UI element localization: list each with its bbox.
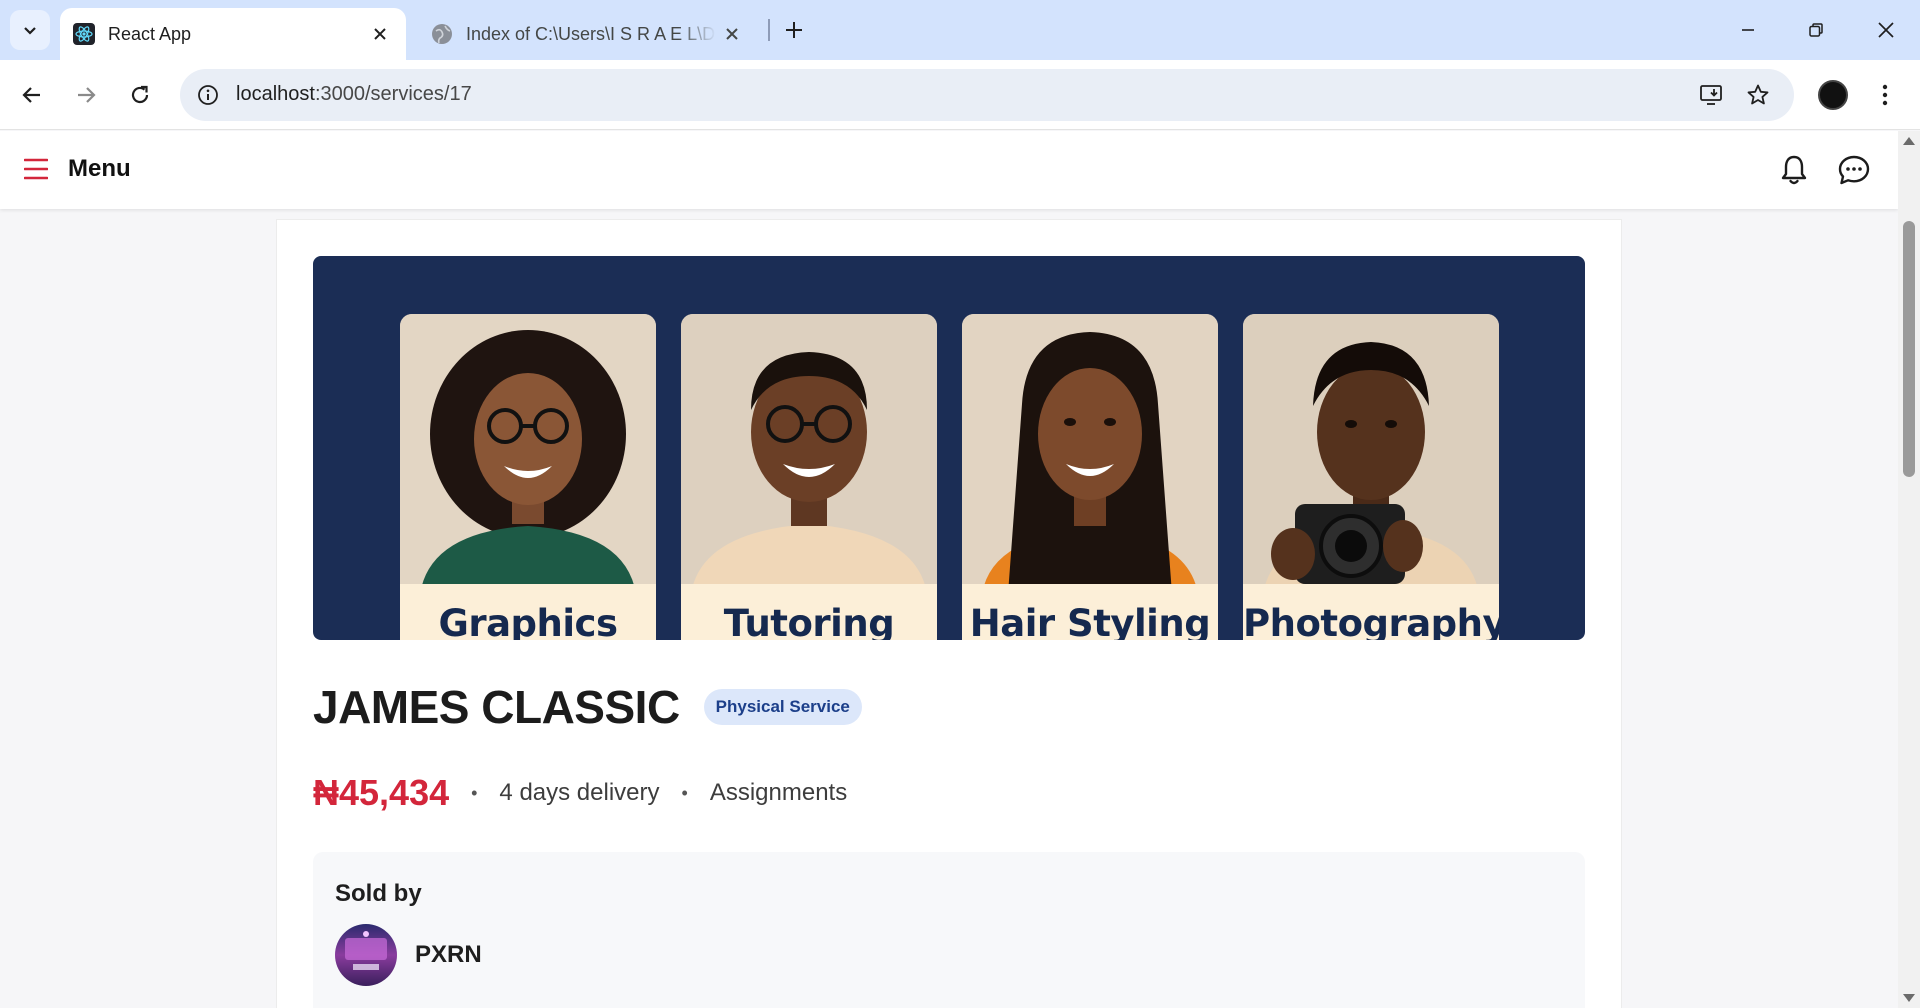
restore-button[interactable] xyxy=(1796,10,1836,50)
service-hero-image: Graphics Tutoring Hair Styling Photograp… xyxy=(313,256,1585,640)
url-text[interactable]: localhost:3000/services/17 xyxy=(236,83,472,106)
service-category: Assignments xyxy=(709,779,848,806)
reload-button[interactable] xyxy=(120,75,160,115)
react-icon xyxy=(72,22,96,46)
service-card: Graphics Tutoring Hair Styling Photograp… xyxy=(276,219,1622,1008)
app-header: Menu xyxy=(0,131,1898,209)
seller-avatar[interactable] xyxy=(335,924,397,986)
separator-dot: • xyxy=(681,782,688,803)
page-viewport: Menu Graphics Tutoring Hair Styling Phot… xyxy=(0,131,1898,1008)
hero-category-label: Graphics xyxy=(400,584,656,640)
close-icon xyxy=(1878,22,1894,38)
forward-button[interactable] xyxy=(66,75,106,115)
hero-category-label: Tutoring xyxy=(681,584,937,640)
reload-icon xyxy=(131,85,149,104)
address-bar[interactable]: localhost:3000/services/17 xyxy=(180,69,1794,121)
arrow-left-icon xyxy=(22,87,40,103)
chevron-down-icon xyxy=(24,27,36,35)
hero-photo-card: Graphics xyxy=(400,314,656,640)
service-type-badge: Physical Service xyxy=(703,689,862,725)
tab-index-of[interactable]: Index of C:\Users\I S R A E L\Desktop xyxy=(418,8,758,60)
separator-dot: • xyxy=(471,782,478,803)
menu-label: Menu xyxy=(68,155,131,182)
service-meta-row: ₦45,434 • 4 days delivery • Assignments xyxy=(313,772,847,814)
profile-avatar[interactable] xyxy=(1818,80,1848,110)
tab-divider xyxy=(768,19,770,41)
back-button[interactable] xyxy=(12,75,52,115)
tab-title: Index of C:\Users\I S R A E L\Desktop xyxy=(466,23,716,44)
new-tab-button[interactable] xyxy=(778,14,810,46)
install-app-icon[interactable] xyxy=(1698,81,1726,109)
more-options-icon[interactable] xyxy=(1870,80,1900,110)
scroll-down-arrow-icon[interactable] xyxy=(1903,994,1915,1002)
hero-photo-card: Tutoring xyxy=(681,314,937,640)
sold-by-heading: Sold by xyxy=(335,880,422,907)
bookmark-star-icon[interactable] xyxy=(1744,81,1772,109)
chat-icon[interactable] xyxy=(1836,152,1872,188)
url-path: :3000/services/17 xyxy=(314,83,472,105)
page-scrollbar[interactable] xyxy=(1898,131,1920,1008)
bell-icon[interactable] xyxy=(1776,152,1812,188)
tab-title: React App xyxy=(108,23,192,44)
close-window-button[interactable] xyxy=(1866,10,1906,50)
hero-category-label: Hair Styling xyxy=(962,584,1218,640)
hamburger-icon xyxy=(24,158,48,180)
hero-photo-card: Hair Styling xyxy=(962,314,1218,640)
tab-react-app[interactable]: React App xyxy=(60,8,406,60)
restore-icon xyxy=(1809,23,1823,37)
tab-search-button[interactable] xyxy=(10,10,50,50)
minimize-button[interactable] xyxy=(1728,10,1768,50)
arrow-right-icon xyxy=(78,87,96,103)
close-tab-icon[interactable] xyxy=(720,22,744,46)
close-tab-icon[interactable] xyxy=(368,22,392,46)
minimize-icon xyxy=(1742,29,1754,31)
hero-category-label: Photography xyxy=(1243,584,1499,640)
service-title: JAMES CLASSIC xyxy=(313,681,680,733)
service-title-row: JAMES CLASSIC Physical Service xyxy=(313,680,862,734)
menu-button[interactable]: Menu xyxy=(24,155,131,183)
delivery-time: 4 days delivery xyxy=(499,779,660,806)
hero-photo-card: Photography xyxy=(1243,314,1499,640)
tab-strip: React App Index of C:\Users\I S R A E L\… xyxy=(0,0,1920,60)
globe-icon xyxy=(430,22,454,46)
browser-toolbar: localhost:3000/services/17 xyxy=(0,60,1920,130)
scroll-up-arrow-icon[interactable] xyxy=(1903,137,1915,145)
plus-icon xyxy=(786,22,802,38)
seller-section: Sold by PXRN xyxy=(313,852,1585,1008)
service-price: ₦45,434 xyxy=(313,772,450,813)
site-info-icon[interactable] xyxy=(194,81,222,109)
url-host: localhost xyxy=(236,83,315,105)
scroll-thumb[interactable] xyxy=(1903,221,1915,477)
seller-name[interactable]: PXRN xyxy=(415,941,482,969)
